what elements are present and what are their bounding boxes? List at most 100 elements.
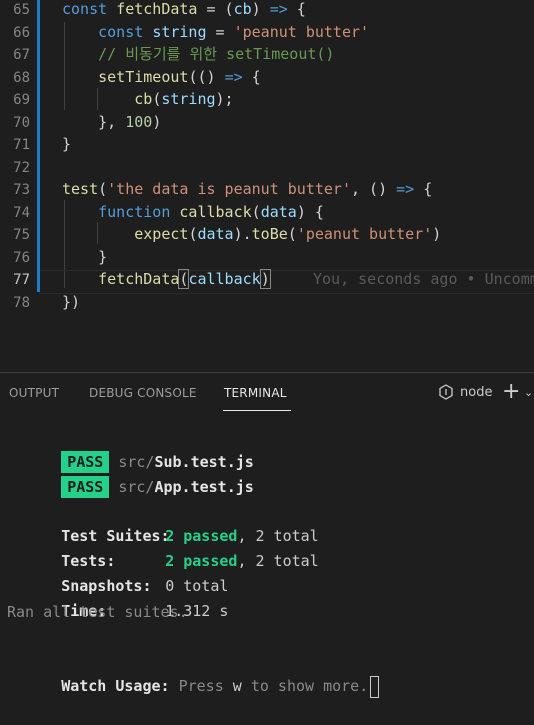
code-token: setTimeout — [98, 67, 189, 86]
code-text: const fetchData = (cb) => { — [62, 0, 306, 20]
code-token: toBe — [251, 225, 288, 243]
code-token: test — [62, 180, 99, 198]
summary-suites: Test Suites:2 passed, 2 total — [61, 527, 319, 545]
summary-snapshots: Snapshots: 0 total — [61, 577, 229, 595]
code-line[interactable]: 77 fetchData(callback) You, seconds ago •… — [0, 268, 534, 290]
code-token: const — [62, 0, 117, 18]
code-token: (() — [188, 67, 225, 86]
code-token: fetchData — [116, 0, 198, 18]
code-line[interactable]: 78}) — [0, 291, 80, 313]
code-token: string — [161, 90, 216, 108]
code-line[interactable]: 66 const string = 'peanut butter' — [0, 21, 369, 43]
code-token: => — [396, 180, 415, 198]
code-line[interactable]: 65 const fetchData = (cb) => { — [0, 0, 306, 20]
line-number: 66 — [13, 24, 30, 41]
code-token: { — [287, 0, 306, 18]
tab-terminal[interactable]: TERMINAL — [224, 386, 287, 400]
summary-tests: Tests: 2 passed, 2 total — [61, 552, 319, 570]
code-token: string — [152, 22, 207, 41]
code-token: cb — [134, 90, 153, 108]
code-line[interactable]: 69 cb(string); — [0, 88, 233, 110]
code-token: ). — [233, 225, 252, 243]
line-number: 73 — [13, 182, 30, 198]
terminal-selector[interactable]: node — [438, 384, 492, 400]
code-line[interactable]: 75 expect(data).toBe('peanut butter') — [0, 223, 441, 245]
active-tab-indicator — [223, 410, 291, 411]
code-token: { — [414, 180, 433, 198]
code-line[interactable]: 73 test('the data is peanut butter', () =… — [0, 178, 432, 200]
code-text: // 비동기를 위한 setTimeout() — [62, 43, 334, 65]
tab-output[interactable]: OUTPUT — [9, 386, 59, 400]
code-text: } — [62, 133, 71, 155]
code-token: callback — [179, 202, 252, 221]
ran-all-message: Ran all test suites. — [7, 603, 188, 621]
code-token: expect — [134, 225, 189, 243]
code-text: fetchData(callback) — [62, 268, 271, 290]
line-number: 67 — [13, 47, 30, 63]
code-token: data — [260, 202, 297, 221]
code-text: }) — [62, 291, 80, 313]
tab-debug-console[interactable]: DEBUG CONSOLE — [89, 386, 197, 400]
line-number: 70 — [13, 114, 30, 131]
code-line[interactable]: 67 // 비동기를 위한 setTimeout() — [0, 43, 334, 65]
code-editor[interactable]: 65 const fetchData = (cb) => {66 const st… — [0, 0, 534, 372]
code-text: setTimeout(() => { — [62, 66, 261, 88]
line-number: 76 — [13, 249, 30, 266]
code-token: ) — [152, 112, 162, 131]
code-token: => — [269, 0, 288, 18]
code-token: ) — [251, 0, 270, 18]
test-result-line: PASS src/Sub.test.js — [7, 426, 254, 473]
terminal-kind-label: node — [460, 384, 493, 400]
code-line[interactable]: 70 }, 100) — [0, 111, 161, 133]
pass-badge: PASS — [61, 476, 110, 498]
code-token: fetchData — [98, 270, 180, 288]
line-number: 74 — [13, 204, 30, 221]
line-number: 75 — [13, 227, 30, 243]
code-token: => — [224, 67, 243, 86]
code-token: callback — [188, 270, 261, 288]
chevron-down-icon[interactable]: ⌄ — [524, 386, 533, 399]
line-number: 72 — [13, 159, 30, 176]
code-token: }, — [62, 112, 126, 131]
code-text: test('the data is peanut butter', () => … — [62, 178, 432, 200]
code-token: 'peanut butter' — [233, 22, 370, 41]
code-text: function callback(data) { — [62, 201, 324, 223]
code-token: ); — [215, 90, 234, 108]
git-change-indicator — [37, 0, 40, 292]
code-token: 100 — [125, 112, 153, 131]
text-cursor — [269, 270, 271, 289]
code-token: data — [197, 225, 234, 243]
node-icon — [439, 384, 453, 400]
code-token: = ( — [197, 0, 234, 18]
code-token: ) — [259, 269, 271, 289]
code-token: ) { — [296, 202, 324, 221]
code-token: = — [206, 22, 234, 41]
code-token: ( — [152, 90, 162, 108]
code-token: ( — [287, 225, 297, 243]
line-number: 69 — [13, 92, 30, 108]
code-text: } — [62, 246, 107, 268]
code-token: ) — [432, 225, 442, 243]
code-token: // 비동기를 위한 setTimeout() — [62, 45, 335, 63]
new-terminal-button[interactable]: + — [502, 379, 520, 404]
code-token: const — [62, 22, 153, 41]
code-line[interactable]: 71} — [0, 133, 71, 155]
line-number: 68 — [13, 69, 30, 86]
code-line[interactable]: 72 — [0, 156, 30, 178]
panel-tabs: OUTPUT DEBUG CONSOLE TERMINAL node + ⌄ — [0, 373, 534, 413]
code-text: }, 100) — [62, 111, 161, 133]
code-token: 'peanut butter' — [296, 225, 433, 243]
code-line[interactable]: 74 function callback(data) { — [0, 201, 324, 223]
code-line[interactable]: 68 setTimeout(() => { — [0, 66, 261, 88]
line-number: 65 — [13, 2, 30, 18]
code-text: const string = 'peanut butter' — [62, 21, 369, 43]
line-number: 78 — [13, 294, 30, 311]
code-text: cb(string); — [62, 88, 234, 110]
test-result-line: PASS src/App.test.js — [7, 451, 254, 498]
line-number: 77 — [13, 272, 30, 288]
code-line[interactable]: 76 } — [0, 246, 107, 268]
bottom-panel: OUTPUT DEBUG CONSOLE TERMINAL node + ⌄ P… — [0, 372, 534, 725]
